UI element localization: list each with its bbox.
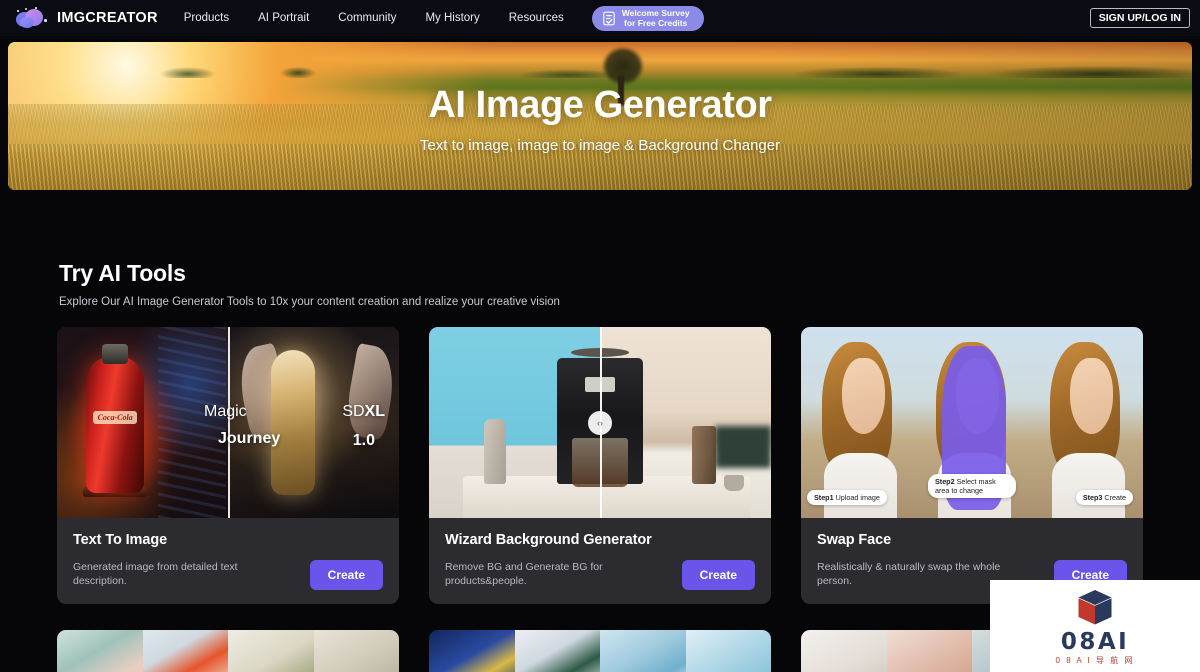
step-badge-1-text: Upload image [835,493,880,502]
card-title: Swap Face [817,532,892,548]
nav-item-community[interactable]: Community [338,12,396,24]
clipboard-check-icon [602,11,615,25]
section-header: Try AI Tools Explore Our AI Image Genera… [0,190,1200,308]
card-media-wizard-background: ‹› [429,327,771,518]
media-panel-step2: Step2 Select mask area to change [915,327,1029,518]
sdxl-prefix: SD [342,403,365,421]
tool-card-5[interactable] [429,630,771,672]
media-left-magic-journey: Coca-Cola [57,327,228,518]
card-media-text-to-image: Coca-Cola Magic Journey SDXL 1.0 [57,327,399,518]
create-button-text-to-image[interactable]: Create [309,560,383,590]
tools-grid: Coca-Cola Magic Journey SDXL 1.0 Text To… [0,327,1200,604]
step-badge-1: Step1 Upload image [807,490,887,505]
brand-logo[interactable]: IMGCREATOR [14,7,158,29]
media-label-journey: Journey [218,430,281,448]
media-right-sdxl [228,327,399,518]
card-title: Wizard Background Generator [445,532,652,548]
blob-sparkle-logo-icon [14,7,50,29]
card-description: Realistically & naturally swap the whole… [817,561,1001,587]
brand-name: IMGCREATOR [57,10,158,26]
step-badge-2: Step2 Select mask area to change [928,474,1016,498]
step-badge-2-label: Step2 [935,477,955,486]
sign-up-log-in-button[interactable]: SIGN UP/LOG IN [1089,8,1190,28]
survey-label-line1: Welcome Survey [621,8,690,18]
watermark-overlay: 08AI 0 8 A I 导 航 网 [990,580,1200,672]
watermark-name: 08AI [1060,628,1130,655]
cube-logo-icon [1078,589,1112,624]
card-footer: Remove BG and Generate BG for products&p… [445,560,755,590]
card-description: Generated image from detailed text descr… [73,561,238,587]
card-body-wizard-background: Wizard Background Generator Remove BG an… [429,518,771,604]
bottle-label: Coca-Cola [93,411,138,425]
watermark-subtitle: 0 8 A I 导 航 网 [1055,655,1135,665]
card-media-swap-face: Step1 Upload image Step2 Select mask are… [801,327,1143,518]
media-swap-face-panels: Step1 Upload image Step2 Select mask are… [801,327,1143,518]
tool-card-text-to-image[interactable]: Coca-Cola Magic Journey SDXL 1.0 Text To… [57,327,399,604]
step-badge-3-label: Step3 [1082,493,1103,502]
navbar: IMGCREATOR Products AI Portrait Communit… [0,0,1200,36]
tool-card-swap-face[interactable]: Step1 Upload image Step2 Select mask are… [801,327,1143,604]
step-badge-1-label: Step1 [814,493,834,502]
card-body-text-to-image: Text To Image Generated image from detai… [57,518,399,604]
page-title: Try AI Tools [59,260,186,286]
media-split-line [228,327,230,518]
media-panel-step1: Step1 Upload image [801,327,915,518]
card-title: Text To Image [73,532,168,548]
media-label-magic: Magic [204,403,247,421]
media-label-version: 1.0 [352,432,375,450]
create-button-wizard-background[interactable]: Create [681,560,755,590]
card-footer: Generated image from detailed text descr… [73,560,383,590]
media-panel-step3: Step3 Create [1029,327,1143,518]
tool-card-4[interactable] [57,630,399,672]
section-subtitle: Explore Our AI Image Generator Tools to … [59,296,560,308]
hero-title: AI Image Generator [428,84,772,126]
step-badge-3: Step3 Create [1075,490,1133,505]
hero-subtitle: Text to image, image to image & Backgrou… [419,137,781,154]
hero-banner: AI Image Generator Text to image, image … [8,42,1192,190]
welcome-survey-button[interactable]: Welcome Survey for Free Credits [591,5,704,31]
tool-card-wizard-background-generator[interactable]: ‹› Wizard Background Generator Remove BG… [429,327,771,604]
card-description: Remove BG and Generate BG for products&p… [445,561,603,587]
survey-label-line2: for Free Credits [624,18,688,28]
media-coffee-jar-prop [692,426,717,484]
hero-text-block: AI Image Generator Text to image, image … [8,42,1192,190]
nav-links: Products AI Portrait Community My Histor… [184,12,564,24]
step-badge-3-text: Create [1104,493,1126,502]
nav-item-ai-portrait[interactable]: AI Portrait [258,12,309,24]
media-cup-prop [723,475,744,492]
media-label-sdxl: SDXL [342,403,385,421]
nav-item-resources[interactable]: Resources [509,12,564,24]
media-compare-slider-handle[interactable]: ‹› [588,410,612,435]
nav-item-products[interactable]: Products [184,12,229,24]
sdxl-bold: XL [364,403,385,421]
nav-item-my-history[interactable]: My History [425,12,479,24]
media-bottle-prop [483,418,506,484]
